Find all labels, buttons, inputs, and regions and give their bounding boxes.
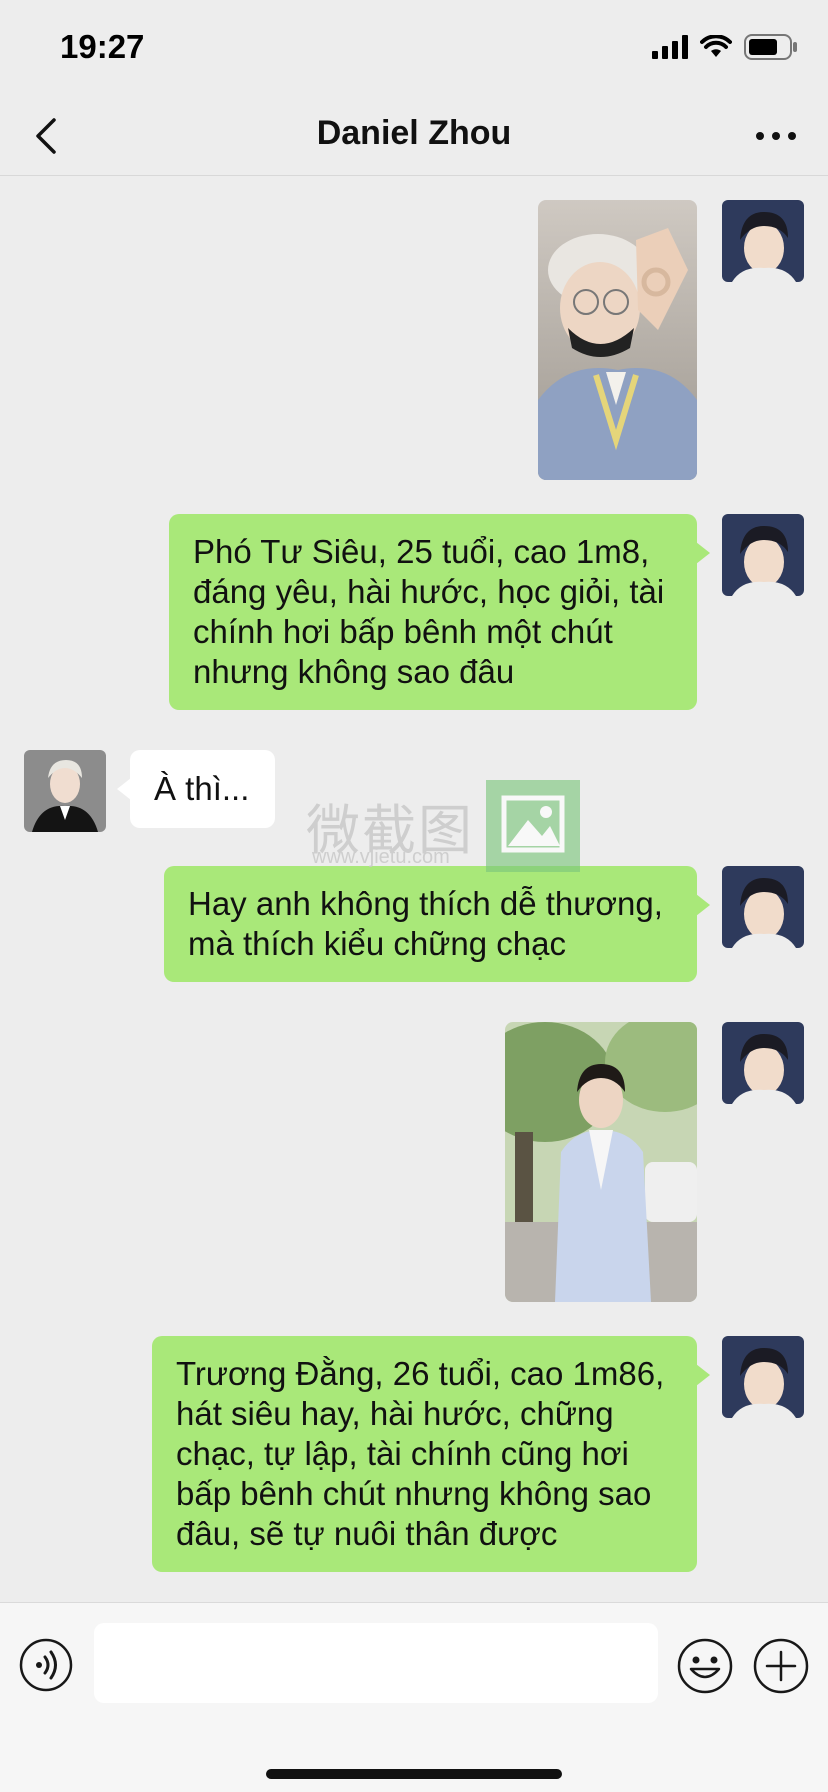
- message-text: À thì...: [154, 770, 250, 807]
- avatar-photo: [24, 750, 106, 832]
- image-message[interactable]: [505, 1022, 697, 1302]
- bubble-tail: [117, 778, 131, 800]
- message-bubble-sent[interactable]: Phó Tư Siêu, 25 tuổi, cao 1m8, đáng yêu,…: [169, 514, 710, 710]
- avatar-photo: [722, 1022, 804, 1104]
- watermark-logo-icon: [486, 780, 580, 872]
- message-bubble-sent[interactable]: Trương Đằng, 26 tuổi, cao 1m86, hát siêu…: [152, 1336, 710, 1572]
- avatar-photo: [722, 866, 804, 948]
- bubble-tail: [696, 1364, 710, 1386]
- nav-bar: Daniel Zhou: [0, 96, 828, 176]
- image-message[interactable]: [538, 200, 697, 480]
- more-icon[interactable]: [750, 116, 802, 156]
- bubble-tail: [696, 894, 710, 916]
- message-bubble-received[interactable]: À thì...: [117, 750, 275, 828]
- voice-icon[interactable]: [18, 1637, 74, 1693]
- chat-area[interactable]: Phó Tư Siêu, 25 tuổi, cao 1m8, đáng yêu,…: [0, 176, 828, 1602]
- suit-photo: [505, 1022, 697, 1302]
- avatar-photo: [722, 514, 804, 596]
- message-bubble-sent[interactable]: Hay anh không thích dễ thương, mà thích …: [164, 866, 710, 982]
- home-indicator[interactable]: [266, 1769, 562, 1779]
- status-icons: [652, 34, 798, 60]
- my-avatar[interactable]: [722, 514, 804, 596]
- message-input[interactable]: [94, 1623, 658, 1703]
- message-text: Hay anh không thích dễ thương, mà thích …: [188, 885, 663, 962]
- status-time: 19:27: [60, 28, 145, 65]
- battery-icon: [744, 34, 797, 60]
- avatar-photo: [722, 1336, 804, 1418]
- watermark-url: www.vjietu.com: [312, 846, 450, 868]
- input-bar: [0, 1602, 828, 1792]
- my-avatar[interactable]: [722, 200, 804, 282]
- wifi-icon: [700, 35, 732, 57]
- selfie-photo: [538, 200, 697, 480]
- my-avatar[interactable]: [722, 1336, 804, 1418]
- avatar-photo: [722, 200, 804, 282]
- status-bar: 19:27: [0, 0, 828, 96]
- message-text: Trương Đằng, 26 tuổi, cao 1m86, hát siêu…: [176, 1355, 665, 1552]
- watermark: 微截图 www.vjietu.com: [306, 780, 588, 876]
- my-avatar[interactable]: [722, 866, 804, 948]
- plus-icon[interactable]: [752, 1637, 810, 1695]
- message-text: Phó Tư Siêu, 25 tuổi, cao 1m8, đáng yêu,…: [193, 533, 665, 690]
- signal-icon: [652, 35, 688, 59]
- emoji-icon[interactable]: [676, 1637, 734, 1695]
- chat-title: Daniel Zhou: [316, 114, 512, 152]
- bubble-tail: [696, 542, 710, 564]
- my-avatar[interactable]: [722, 1022, 804, 1104]
- contact-avatar[interactable]: [24, 750, 106, 832]
